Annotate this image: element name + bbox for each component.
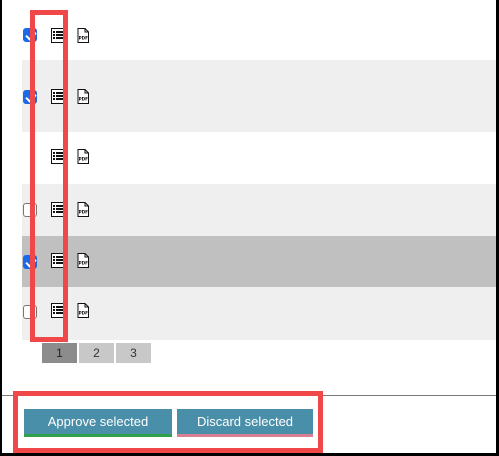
list-details-icon[interactable] [51, 253, 65, 268]
footer-divider [2, 395, 496, 396]
svg-text:PDF: PDF [79, 97, 89, 102]
pdf-icon[interactable]: PDF [77, 202, 89, 217]
table-row [22, 184, 496, 236]
row-checkbox[interactable] [23, 90, 37, 104]
svg-text:PDF: PDF [79, 210, 89, 215]
pdf-icon[interactable]: PDF [77, 253, 89, 268]
table-row [22, 132, 496, 184]
list-details-icon[interactable] [51, 149, 65, 164]
page-2-button[interactable]: 2 [79, 343, 114, 363]
table-row [22, 60, 496, 132]
list-details-icon[interactable] [51, 303, 65, 318]
pdf-icon[interactable]: PDF [77, 149, 89, 164]
pagination: 1 2 3 [42, 343, 151, 363]
list-details-icon[interactable] [51, 202, 65, 217]
list-details-icon[interactable] [51, 89, 65, 104]
page-3-button[interactable]: 3 [116, 343, 151, 363]
approve-selected-button[interactable]: Approve selected [24, 409, 172, 437]
table-row [22, 10, 496, 60]
svg-text:PDF: PDF [79, 157, 89, 162]
table-row [22, 287, 496, 340]
discard-selected-button[interactable]: Discard selected [177, 409, 313, 437]
row-checkbox[interactable] [23, 28, 37, 42]
document-list-panel: PDF PDF PDF PDF PDF PDF 1 2 3 Approve se… [2, 0, 496, 453]
svg-text:PDF: PDF [79, 311, 89, 316]
svg-text:PDF: PDF [79, 36, 89, 41]
svg-text:PDF: PDF [79, 261, 89, 266]
pdf-icon[interactable]: PDF [77, 89, 89, 104]
page-1-button[interactable]: 1 [42, 343, 77, 363]
row-checkbox[interactable] [23, 255, 37, 269]
table-row-selected [22, 236, 496, 287]
pdf-icon[interactable]: PDF [77, 303, 89, 318]
pdf-icon[interactable]: PDF [77, 28, 89, 43]
list-details-icon[interactable] [51, 28, 65, 43]
row-checkbox[interactable] [23, 203, 37, 217]
row-checkbox[interactable] [23, 305, 37, 319]
